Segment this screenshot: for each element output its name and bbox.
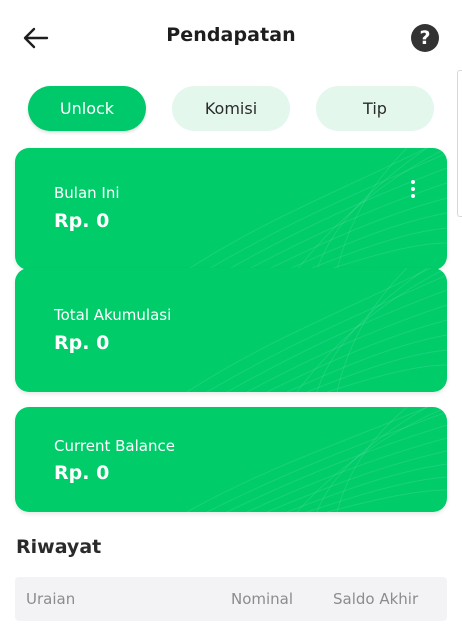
page-title: Pendapatan <box>166 24 296 46</box>
card-wave-pattern <box>187 148 447 270</box>
total-value: Rp. 0 <box>54 332 110 354</box>
history-table-header: Uraian Nominal Saldo Akhir <box>15 577 447 621</box>
card-menu-button[interactable] <box>403 174 423 204</box>
question-circle-icon: ? <box>419 27 431 49</box>
column-header-final-balance: Saldo Akhir <box>333 590 419 608</box>
balance-label: Current Balance <box>54 437 175 455</box>
column-header-amount: Nominal <box>231 590 294 608</box>
card-wave-pattern <box>187 407 447 512</box>
tab-tip[interactable]: Tip <box>316 86 434 131</box>
tab-komisi[interactable]: Komisi <box>172 86 290 131</box>
month-earnings-card: Bulan Ini Rp. 0 <box>15 148 447 270</box>
balance-card: Current Balance Rp. 0 <box>15 407 447 512</box>
app-header: Pendapatan ? <box>0 0 462 76</box>
more-vertical-icon <box>411 180 415 184</box>
balance-value: Rp. 0 <box>54 462 110 484</box>
history-title: Riwayat <box>16 536 102 558</box>
tab-unlock[interactable]: Unlock <box>28 86 146 131</box>
scroll-indicator <box>457 70 462 217</box>
column-header-description: Uraian <box>26 590 76 608</box>
card-wave-pattern <box>187 268 447 392</box>
help-button[interactable]: ? <box>411 24 439 52</box>
month-label: Bulan Ini <box>54 184 120 202</box>
total-earnings-card: Total Akumulasi Rp. 0 <box>15 268 447 392</box>
total-label: Total Akumulasi <box>54 306 172 324</box>
month-value: Rp. 0 <box>54 210 110 232</box>
